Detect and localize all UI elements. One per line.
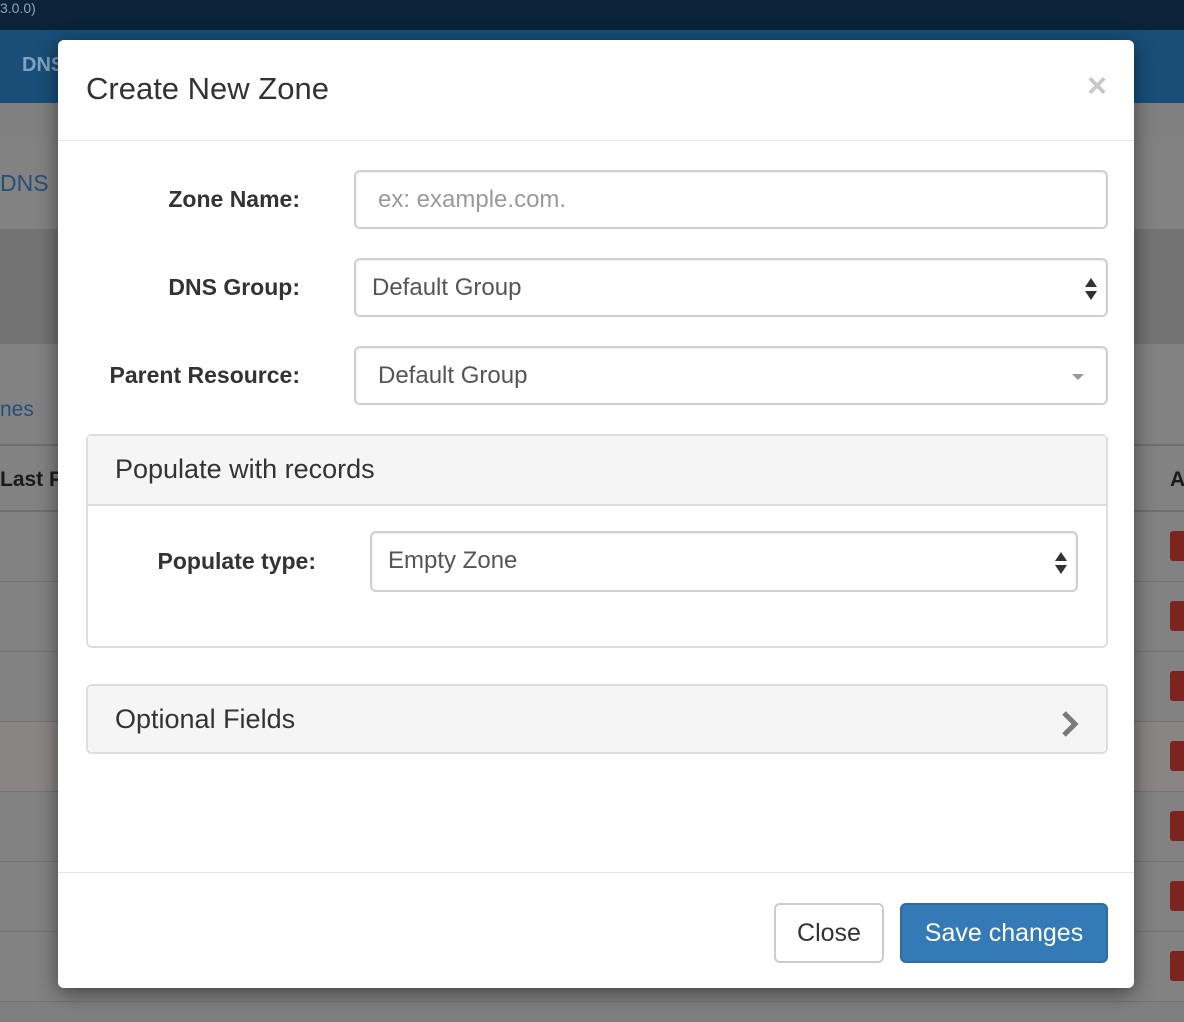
optional-fields-title: Optional Fields: [115, 704, 296, 734]
delete-button: [1170, 671, 1184, 701]
column-header-actions: A: [1170, 468, 1184, 491]
close-button[interactable]: Close: [774, 903, 884, 963]
delete-button: [1170, 881, 1184, 911]
dns-group-label: DNS Group:: [168, 274, 300, 300]
populate-panel-title: Populate with records: [115, 454, 375, 484]
optional-fields-panel[interactable]: Optional Fields: [86, 684, 1108, 754]
dns-group-select[interactable]: Default Group: [354, 258, 1108, 317]
zone-name-placeholder: ex: example.com.: [378, 186, 567, 213]
parent-resource-select[interactable]: Default Group: [354, 346, 1108, 405]
delete-button: [1170, 601, 1184, 631]
create-zone-modal: Create New Zone × Zone Name: ex: example…: [58, 40, 1134, 988]
delete-button: [1170, 531, 1184, 561]
populate-panel-header: Populate with records: [88, 436, 1106, 506]
breadcrumb-link-dns: DNS: [0, 170, 49, 196]
chevron-right-icon: [1062, 711, 1079, 737]
select-updown-icon: [1085, 278, 1097, 300]
delete-button: [1170, 811, 1184, 841]
dns-group-selected: Default Group: [372, 274, 522, 301]
populate-type-select[interactable]: Empty Zone: [370, 531, 1078, 592]
delete-button: [1170, 951, 1184, 981]
close-icon[interactable]: ×: [1084, 68, 1110, 104]
populate-panel: Populate with records Populate type: Emp…: [86, 434, 1108, 648]
modal-title: Create New Zone: [86, 71, 329, 106]
top-strip: 3.0.0): [0, 0, 1184, 30]
save-changes-button[interactable]: Save changes: [900, 903, 1108, 963]
populate-type-selected: Empty Zone: [388, 547, 518, 574]
parent-resource-selected: Default Group: [378, 362, 528, 389]
delete-button: [1170, 741, 1184, 771]
modal-footer: Close Save changes: [58, 872, 1134, 989]
column-header-last: Last P: [0, 468, 64, 491]
parent-resource-label: Parent Resource:: [109, 362, 300, 388]
zone-name-label: Zone Name:: [168, 186, 300, 212]
select-updown-icon: [1055, 552, 1067, 574]
zone-name-input[interactable]: ex: example.com.: [354, 170, 1108, 229]
populate-type-label: Populate type:: [157, 548, 316, 574]
modal-header: Create New Zone ×: [58, 40, 1134, 141]
tab-zones: nes: [0, 398, 34, 421]
optional-fields-header[interactable]: Optional Fields: [88, 686, 1106, 752]
version-text: 3.0.0): [0, 0, 36, 16]
chevron-down-icon: [1072, 374, 1084, 380]
